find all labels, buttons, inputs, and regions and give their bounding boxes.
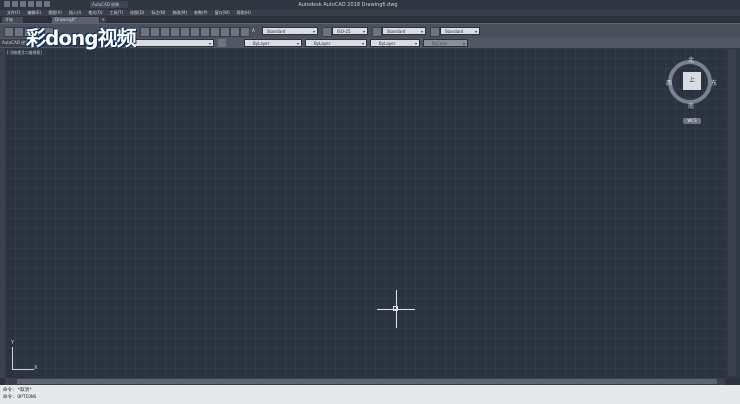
drawing-canvas[interactable]	[5, 48, 725, 378]
workspace-tab[interactable]: AutoCAD 经典	[90, 1, 128, 8]
horizontal-scroll-thumb[interactable]	[17, 379, 717, 384]
table-style-dropdown[interactable]: Standard	[382, 27, 426, 36]
dim-style-dropdown[interactable]: ISO-25	[332, 27, 368, 36]
zoom-realtime-icon[interactable]	[170, 27, 180, 37]
compass-south[interactable]: 南	[688, 101, 694, 110]
redo-tool-icon[interactable]	[150, 27, 160, 37]
watermark-logo: 彩dong视频	[26, 26, 137, 50]
markup-icon[interactable]	[240, 27, 250, 37]
text-style-dropdown[interactable]: Standard	[262, 27, 318, 36]
quick-access-toolbar[interactable]	[4, 1, 84, 8]
open-icon[interactable]	[20, 1, 26, 7]
layer-dropdown[interactable]	[134, 39, 214, 48]
zoom-window-icon[interactable]	[180, 27, 190, 37]
undo-tool-icon[interactable]	[140, 27, 150, 37]
compass-west[interactable]: 西	[666, 78, 672, 87]
command-line[interactable]: 命令: *取消* 命令: OPTIONS	[0, 385, 740, 404]
ucs-y-axis	[12, 347, 13, 369]
color-dropdown[interactable]: ByLayer	[244, 39, 302, 48]
vertical-scrollbar-area	[725, 48, 740, 378]
open-file-icon[interactable]	[14, 27, 24, 37]
text-style-icon: A	[252, 28, 255, 33]
table-style-icon	[372, 27, 382, 37]
command-history: 命令: *取消*	[3, 388, 32, 393]
ucs-x-label: X	[34, 365, 38, 371]
zoom-previous-icon[interactable]	[190, 27, 200, 37]
vertical-scrollbar[interactable]	[728, 50, 736, 376]
design-center-icon[interactable]	[210, 27, 220, 37]
undo-icon[interactable]	[36, 1, 42, 7]
window-title: Autodesk AutoCAD 2018 Drawing6.dwg	[298, 2, 398, 8]
save-icon[interactable]	[28, 1, 34, 7]
sheet-set-icon[interactable]	[230, 27, 240, 37]
compass-north[interactable]: 北	[688, 55, 694, 64]
multileader-style-dropdown[interactable]: Standard	[440, 27, 480, 36]
app-menu-icon[interactable]	[4, 1, 10, 7]
viewcube-face[interactable]: 上	[683, 72, 701, 90]
crosshair-pickbox	[393, 306, 398, 311]
dim-style-icon	[322, 27, 332, 37]
wcs-menu[interactable]: WCS	[683, 118, 701, 124]
properties-icon[interactable]	[200, 27, 210, 37]
new-icon[interactable]	[12, 1, 18, 7]
ucs-y-label: Y	[11, 340, 15, 346]
layer-properties-icon[interactable]	[218, 39, 226, 47]
multileader-style-icon	[430, 27, 440, 37]
ucs-x-axis	[12, 369, 34, 370]
tool-palettes-icon[interactable]	[220, 27, 230, 37]
compass-east[interactable]: 东	[711, 78, 717, 87]
command-input[interactable]: 命令: OPTIONS	[3, 394, 36, 400]
linetype-dropdown[interactable]: ByLayer	[305, 39, 367, 48]
redo-icon[interactable]	[44, 1, 50, 7]
plotstyle-dropdown: ByColor	[423, 39, 468, 48]
lineweight-dropdown[interactable]: ByLayer	[370, 39, 420, 48]
qnew-icon[interactable]	[4, 27, 14, 37]
pan-icon[interactable]	[160, 27, 170, 37]
horizontal-scrollbar[interactable]	[5, 378, 725, 385]
